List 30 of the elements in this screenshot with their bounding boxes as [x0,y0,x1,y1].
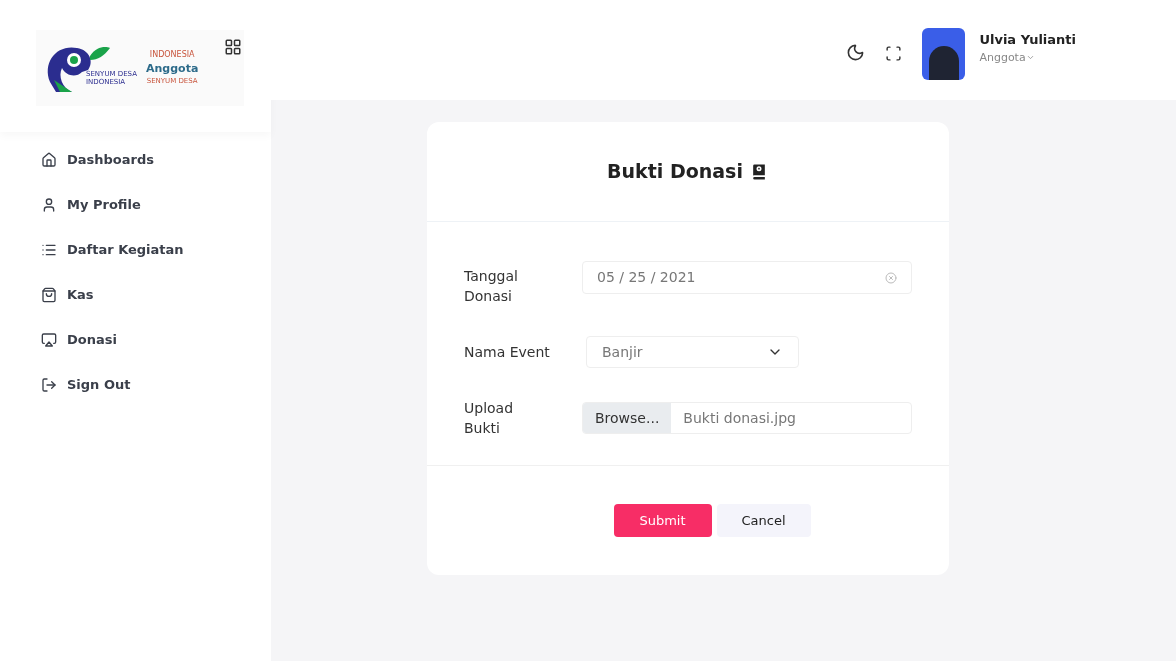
logo-text: Anggota [146,63,199,74]
user-role[interactable]: Anggota [979,49,1076,66]
sidebar-item[interactable]: Dashboards [41,150,271,170]
cancel-button[interactable]: Cancel [716,504,811,537]
select-field[interactable]: Banjir [586,336,799,368]
sidebar-item[interactable]: Donasi [41,330,271,350]
home-icon [41,152,57,168]
sidebar-item[interactable]: Sign Out [41,375,271,395]
user-name: Ulvia Yulianti [979,31,1076,49]
file-field[interactable]: Browse... Bukti donasi.jpg [582,402,912,434]
logo-text: INDONESIA [149,51,195,59]
grid-icon[interactable] [224,38,242,56]
field-label: Tanggal Donasi [464,267,519,306]
fullscreen-icon[interactable] [885,45,903,62]
bag-icon [41,287,57,303]
user-icon [41,197,57,213]
sidebar-item[interactable]: My Profile [41,195,271,215]
submit-button[interactable]: Submit [613,504,712,537]
browse-button[interactable]: Browse... [583,403,672,433]
sign-out-icon [41,377,57,393]
moon-icon[interactable] [846,43,866,62]
field-label: Upload Bukti [464,399,515,438]
card-title: Bukti Donasi [607,159,743,185]
field-label: Nama Event [464,343,551,362]
list-icon [41,242,57,258]
avatar-photo [922,28,966,80]
sidebar-item[interactable]: Daftar Kegiatan [41,240,271,260]
date-field[interactable]: 05 / 25 / 2021 [582,261,912,294]
screen-icon [41,332,57,348]
sidebar-item[interactable]: Kas [41,285,271,305]
